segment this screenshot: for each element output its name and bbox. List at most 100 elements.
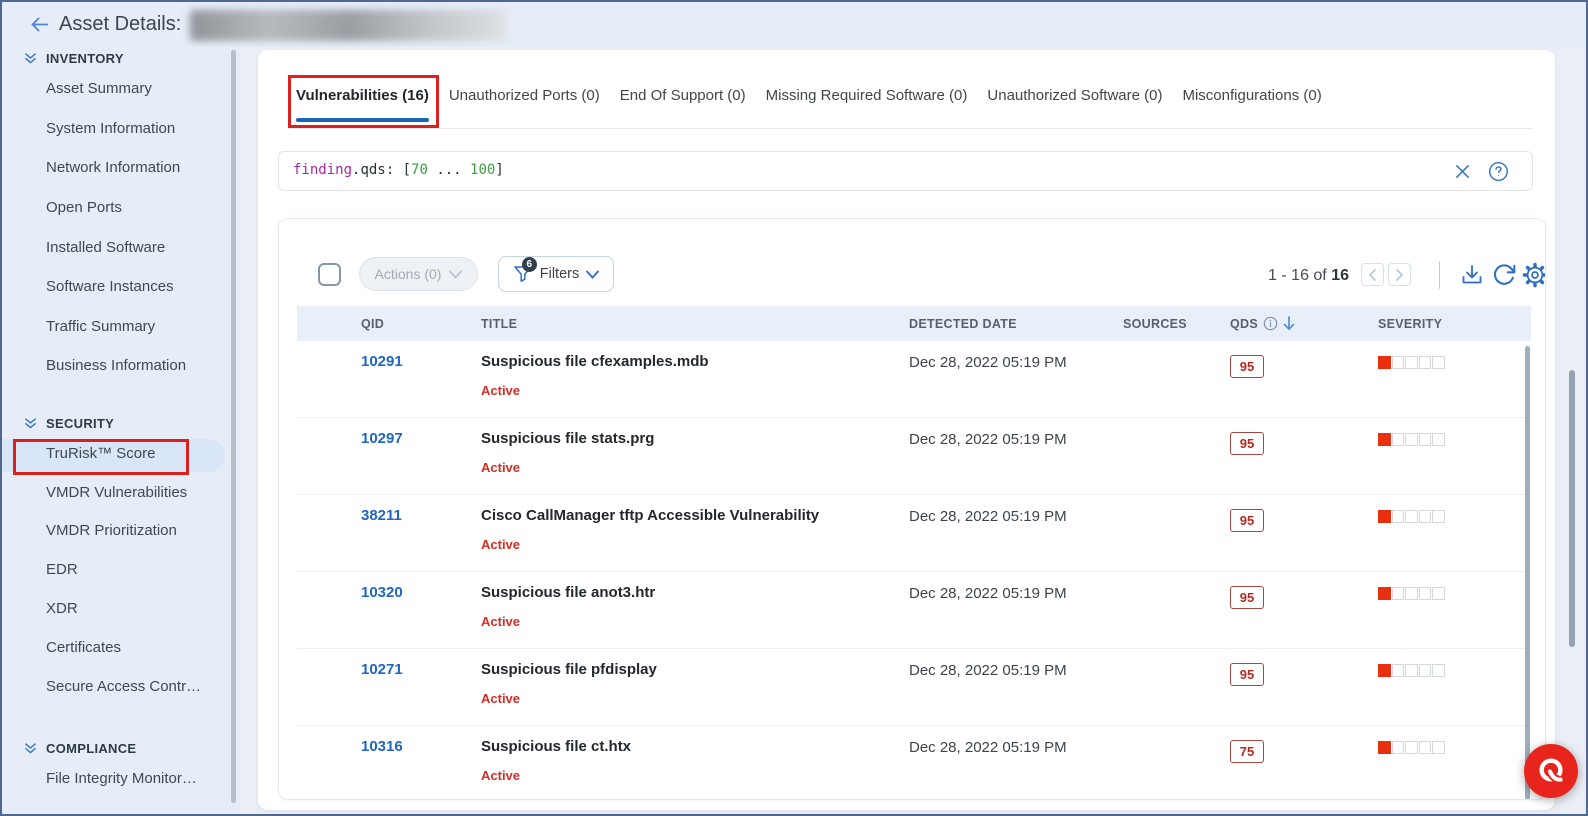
info-icon[interactable] bbox=[1263, 316, 1278, 331]
column-header-detected-date[interactable]: DETECTED DATE bbox=[909, 306, 1017, 341]
settings-gear-icon[interactable] bbox=[1522, 262, 1546, 288]
sidebar-item-traffic-summary[interactable]: Traffic Summary bbox=[2, 307, 240, 347]
sidebar-item-business-information[interactable]: Business Information bbox=[2, 346, 240, 386]
qid-link[interactable]: 10271 bbox=[361, 661, 403, 678]
sidebar: INVENTORY Asset SummarySystem Informatio… bbox=[2, 47, 240, 814]
table-row: 38211 Cisco CallManager tftp Accessible … bbox=[297, 495, 1531, 572]
sidebar-item-software-instances[interactable]: Software Instances bbox=[2, 267, 240, 307]
column-header-qds[interactable]: QDS bbox=[1230, 306, 1295, 341]
refresh-icon[interactable] bbox=[1491, 262, 1517, 288]
content-card: Vulnerabilities (16)Unauthorized Ports (… bbox=[258, 50, 1555, 810]
severity-square-filled bbox=[1378, 587, 1391, 600]
severity-square-empty bbox=[1392, 510, 1405, 523]
pagination-label: 1 - 16 of 16 bbox=[1209, 267, 1349, 285]
topbar: Asset Details: bbox=[2, 2, 1586, 47]
severity-square-empty bbox=[1432, 587, 1445, 600]
query-filter-bar[interactable]: finding.qds: [70 ... 100] bbox=[278, 151, 1533, 191]
query-help-icon[interactable] bbox=[1488, 161, 1509, 182]
severity-square-empty bbox=[1432, 510, 1445, 523]
status-label: Active bbox=[481, 691, 520, 706]
page-scrollbar[interactable] bbox=[1569, 370, 1575, 647]
table-scrollbar[interactable] bbox=[1525, 346, 1530, 800]
severity-square-empty bbox=[1419, 741, 1432, 754]
table-row: 10291 Suspicious file cfexamples.mdb Act… bbox=[297, 341, 1531, 418]
tab-end-of-support-0[interactable]: End Of Support (0) bbox=[620, 86, 746, 106]
main-area: Vulnerabilities (16)Unauthorized Ports (… bbox=[240, 47, 1586, 814]
severity-meter bbox=[1378, 356, 1445, 369]
sidebar-section-security[interactable]: SECURITY bbox=[2, 412, 240, 434]
qualys-assistant-button[interactable] bbox=[1524, 744, 1578, 798]
severity-square-empty bbox=[1392, 356, 1405, 369]
filters-button[interactable]: 6 Filters bbox=[498, 256, 614, 292]
sidebar-item-vmdr-vulnerabilities[interactable]: VMDR Vulnerabilities bbox=[2, 473, 240, 512]
sidebar-item-file-integrity-monitor[interactable]: File Integrity Monitor… bbox=[2, 759, 240, 798]
chevron-left-icon bbox=[1368, 269, 1377, 281]
sort-desc-icon[interactable] bbox=[1283, 316, 1295, 331]
sidebar-item-vmdr-prioritization[interactable]: VMDR Prioritization bbox=[2, 512, 240, 551]
status-label: Active bbox=[481, 383, 520, 398]
qid-link[interactable]: 38211 bbox=[361, 507, 402, 524]
page-title: Asset Details: bbox=[59, 13, 181, 36]
status-label: Active bbox=[481, 614, 520, 629]
sidebar-section-compliance[interactable]: COMPLIANCE bbox=[2, 737, 240, 759]
sidebar-scrollbar[interactable] bbox=[231, 50, 236, 803]
severity-meter bbox=[1378, 433, 1445, 446]
sidebar-item-system-information[interactable]: System Information bbox=[2, 109, 240, 149]
annotation-box-trurisk bbox=[13, 439, 189, 475]
table-row: 10271 Suspicious file pfdisplay Active D… bbox=[297, 649, 1531, 726]
qid-link[interactable]: 10316 bbox=[361, 738, 403, 755]
severity-square-empty bbox=[1419, 356, 1432, 369]
tab-misconfigurations-0[interactable]: Misconfigurations (0) bbox=[1182, 86, 1321, 106]
sidebar-item-certificates[interactable]: Certificates bbox=[2, 628, 240, 667]
sidebar-item-open-ports[interactable]: Open Ports bbox=[2, 188, 240, 228]
vulnerabilities-table-panel: Actions (0) 6 Filters 1 - 16 of 16 QID T… bbox=[278, 218, 1546, 800]
sidebar-section-inventory[interactable]: INVENTORY bbox=[2, 47, 240, 69]
severity-square-empty bbox=[1419, 664, 1432, 677]
sidebar-item-installed-software[interactable]: Installed Software bbox=[2, 227, 240, 267]
next-page-button[interactable] bbox=[1388, 263, 1411, 286]
qid-link[interactable]: 10320 bbox=[361, 584, 403, 601]
severity-square-empty bbox=[1432, 741, 1445, 754]
severity-square-empty bbox=[1405, 510, 1418, 523]
severity-square-empty bbox=[1392, 433, 1405, 446]
severity-square-empty bbox=[1405, 356, 1418, 369]
actions-button[interactable]: Actions (0) bbox=[359, 257, 478, 291]
tab-bar-divider bbox=[290, 128, 1533, 129]
severity-square-filled bbox=[1378, 664, 1391, 677]
sidebar-item-asset-summary[interactable]: Asset Summary bbox=[2, 69, 240, 109]
back-arrow-icon[interactable] bbox=[29, 14, 50, 35]
table-header-row: QID TITLE DETECTED DATE SOURCES QDS SEVE… bbox=[297, 306, 1531, 341]
query-text: finding.qds: [70 ... 100] bbox=[293, 162, 504, 178]
tab-unauthorized-software-0[interactable]: Unauthorized Software (0) bbox=[987, 86, 1162, 106]
severity-square-empty bbox=[1419, 510, 1432, 523]
detected-date: Dec 28, 2022 05:19 PM bbox=[909, 585, 1067, 602]
severity-square-empty bbox=[1432, 356, 1445, 369]
column-header-title[interactable]: TITLE bbox=[481, 306, 517, 341]
severity-square-empty bbox=[1405, 433, 1418, 446]
table-row: 10320 Suspicious file anot3.htr Active D… bbox=[297, 572, 1531, 649]
column-header-qid[interactable]: QID bbox=[361, 306, 384, 341]
qid-link[interactable]: 10291 bbox=[361, 353, 403, 370]
tab-unauthorized-ports-0[interactable]: Unauthorized Ports (0) bbox=[449, 86, 600, 106]
sidebar-item-network-information[interactable]: Network Information bbox=[2, 148, 240, 188]
select-all-checkbox[interactable] bbox=[318, 263, 341, 286]
sidebar-item-xdr[interactable]: XDR bbox=[2, 589, 240, 628]
tab-missing-required-software-0[interactable]: Missing Required Software (0) bbox=[766, 86, 968, 106]
column-header-severity[interactable]: SEVERITY bbox=[1378, 306, 1442, 341]
sidebar-item-secure-access-contr[interactable]: Secure Access Contr… bbox=[2, 667, 240, 706]
chevron-right-icon bbox=[1395, 269, 1404, 281]
qid-link[interactable]: 10297 bbox=[361, 430, 403, 447]
actions-button-label: Actions (0) bbox=[375, 266, 442, 282]
detected-date: Dec 28, 2022 05:19 PM bbox=[909, 354, 1067, 371]
redacted-asset-name bbox=[190, 10, 508, 41]
severity-square-filled bbox=[1378, 510, 1391, 523]
severity-square-empty bbox=[1392, 664, 1405, 677]
column-header-sources[interactable]: SOURCES bbox=[1123, 306, 1187, 341]
status-label: Active bbox=[481, 537, 520, 552]
download-icon[interactable] bbox=[1459, 262, 1485, 288]
sidebar-item-edr[interactable]: EDR bbox=[2, 550, 240, 589]
qualys-q-logo-icon bbox=[1534, 754, 1568, 788]
previous-page-button[interactable] bbox=[1361, 263, 1384, 286]
clear-query-icon[interactable] bbox=[1453, 162, 1472, 181]
severity-square-empty bbox=[1405, 664, 1418, 677]
